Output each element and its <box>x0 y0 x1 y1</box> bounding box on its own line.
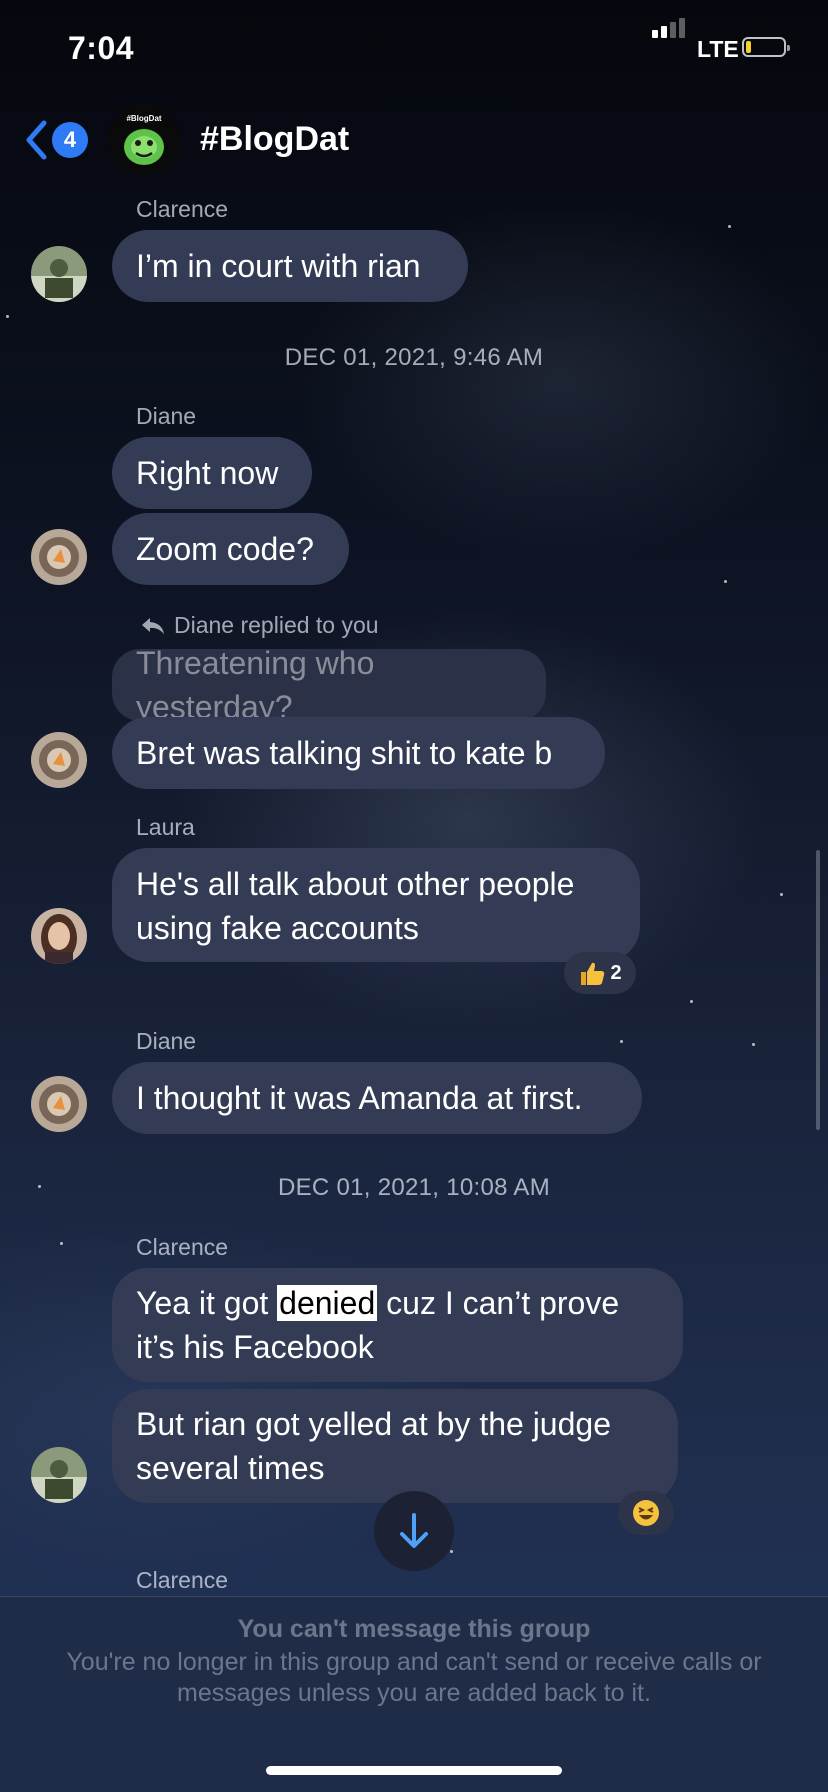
avatar-clarence[interactable] <box>31 246 87 302</box>
star <box>690 1000 693 1003</box>
unread-count-badge[interactable]: 4 <box>52 122 88 158</box>
quoted-message[interactable]: Threatening who yesterday? <box>112 645 546 725</box>
message-bubble[interactable]: Zoom code? <box>112 513 349 585</box>
message-bubble[interactable]: Bret was talking shit to kate b <box>112 717 605 789</box>
reply-indicator: Diane replied to you <box>140 612 379 639</box>
reply-label-text: Diane replied to you <box>174 612 379 638</box>
avatar-laura[interactable] <box>31 908 87 964</box>
group-title[interactable]: #BlogDat <box>200 120 349 159</box>
battery-icon <box>742 37 790 57</box>
home-indicator[interactable] <box>266 1766 562 1775</box>
message-text-line: it’s his Facebook <box>136 1329 374 1365</box>
back-button[interactable] <box>24 120 48 165</box>
avatar-clarence[interactable] <box>31 1447 87 1503</box>
avatar-diane[interactable] <box>31 1076 87 1132</box>
message-text-line: using fake accounts <box>136 910 419 946</box>
highlighted-word: denied <box>277 1285 378 1321</box>
message-text-part: cuz I can’t prove <box>377 1285 620 1321</box>
message-bubble[interactable]: Yea it got denied cuz I can’t prove it’s… <box>112 1268 683 1382</box>
footer-title: You can't message this group <box>237 1615 591 1643</box>
network-type: LTE <box>697 36 739 62</box>
message-text-line: Yea it got denied cuz I can’t prove <box>136 1281 619 1325</box>
footer-body: You're no longer in this group and can't… <box>66 1648 762 1707</box>
star <box>752 1043 755 1046</box>
reaction-badge[interactable] <box>618 1491 674 1535</box>
star <box>60 1242 63 1245</box>
laughing-emoji-icon <box>633 1500 659 1526</box>
chevron-left-icon <box>26 120 47 160</box>
message-text: I thought it was Amanda at first. <box>136 1080 583 1116</box>
message-text: Bret was talking shit to kate b <box>136 735 553 771</box>
sender-name: Diane <box>136 1028 197 1054</box>
star <box>724 580 727 583</box>
scrollbar[interactable] <box>816 850 820 1130</box>
group-status-footer: You can't message this group You're no l… <box>0 1596 828 1792</box>
quoted-text: Threatening who yesterday? <box>136 645 375 725</box>
sender-name: Clarence <box>136 196 229 222</box>
message-bubble[interactable]: He's all talk about other people using f… <box>112 848 640 962</box>
message-bubble[interactable]: Right now <box>112 437 312 509</box>
avatar-diane[interactable] <box>31 529 87 585</box>
date-separator: DEC 01, 2021, 10:08 AM <box>277 1174 551 1201</box>
star <box>728 225 731 228</box>
message-bubble[interactable]: I thought it was Amanda at first. <box>112 1062 642 1134</box>
message-text-line: several times <box>136 1450 325 1486</box>
date-separator: DEC 01, 2021, 9:46 AM <box>284 344 544 371</box>
message-text: Right now <box>136 455 279 491</box>
reaction-badge[interactable]: 2 <box>564 952 636 994</box>
sender-name: Laura <box>136 814 195 840</box>
status-time: 7:04 <box>68 30 135 66</box>
reaction-count: 2 <box>610 961 622 984</box>
star <box>620 1040 623 1043</box>
star <box>6 315 9 318</box>
thumbs-up-icon <box>581 962 605 985</box>
scroll-to-bottom-button[interactable] <box>374 1491 454 1571</box>
group-avatar[interactable]: #BlogDat <box>108 103 180 175</box>
arrow-down-icon <box>400 1513 428 1548</box>
message-text: Zoom code? <box>136 531 314 567</box>
status-bar: 7:04 LTE <box>0 0 828 90</box>
avatar-diane[interactable] <box>31 732 87 788</box>
chat-screen: 7:04 LTE 4 #BlogDat #BlogDat Clarence I’… <box>0 0 828 1792</box>
message-bubble[interactable]: But rian got yelled at by the judge seve… <box>112 1389 678 1503</box>
sender-name: Diane <box>136 403 197 429</box>
message-text: I’m in court with rian <box>136 248 421 284</box>
message-text-line: He's all talk about other people <box>136 866 575 902</box>
sender-name: Clarence <box>136 1567 229 1593</box>
reply-arrow-icon <box>142 617 164 634</box>
message-text-part: Yea it got <box>136 1285 278 1321</box>
group-logo-icon <box>124 129 164 165</box>
message-text-line: But rian got yelled at by the judge <box>136 1406 611 1442</box>
star <box>780 893 783 896</box>
chat-header: 4 #BlogDat #BlogDat <box>0 100 828 180</box>
sender-name: Clarence <box>136 1234 229 1260</box>
message-bubble[interactable]: I’m in court with rian <box>112 230 468 302</box>
